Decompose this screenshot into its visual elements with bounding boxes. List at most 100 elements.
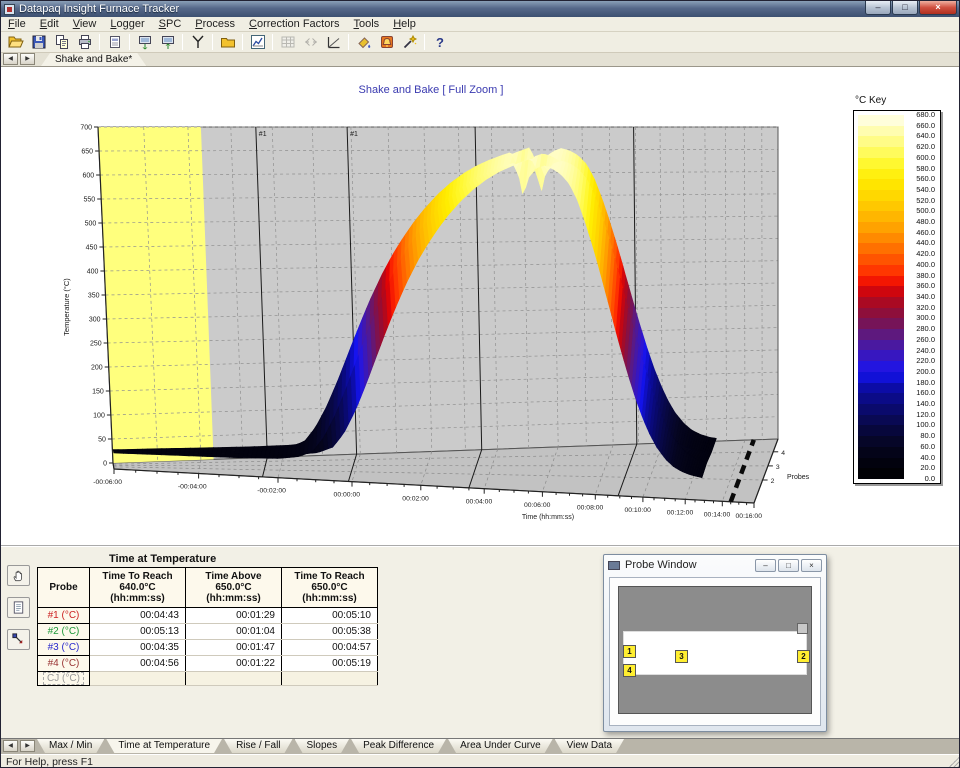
resize-grip[interactable] [947,755,959,767]
notes-button[interactable] [7,597,30,618]
split-view-icon [304,38,317,46]
analysis-tab-peak-difference[interactable]: Peak Difference [351,739,446,753]
probe-window-minimize-button[interactable]: – [755,558,776,572]
probe-filter-icon [191,35,204,48]
document-tab-active[interactable]: Shake and Bake* [41,53,146,66]
key-tick-label: 660.0 [916,120,935,130]
probe-row-label[interactable]: #4 (°C) [37,655,90,672]
key-tick-label: 120.0 [916,409,935,419]
save-button[interactable] [27,33,50,52]
probe-window-icon [608,560,620,570]
probe-window-close-button[interactable]: × [801,558,822,572]
probe-row-label[interactable]: CJ (°C) [37,671,90,686]
menu-item-correction-factors[interactable]: Correction Factors [242,17,346,32]
analysis-tab-rise-fall[interactable]: Rise / Fall [224,739,292,753]
folder-button[interactable] [216,33,239,52]
probe-row-label[interactable]: #2 (°C) [37,623,90,640]
logger-upload-button[interactable] [156,33,179,52]
probe-marker-1[interactable]: 1 [623,645,636,658]
import-data-button[interactable] [50,33,73,52]
close-button[interactable]: × [919,1,957,15]
y-axis-title: Temperature (°C) [62,278,71,336]
tab-scroll-right-button[interactable]: ▶ [20,53,35,65]
help-icon: ? [436,35,444,50]
probe-row-label[interactable]: #1 (°C) [37,607,90,624]
analysis-tab-scroll-left[interactable]: ◀ [3,740,18,752]
x-tick-label: -00:06:00 [93,479,122,486]
probe-window-body: 1 4 3 2 [609,577,821,726]
surface-quad [193,450,200,454]
pan-hand-icon [13,570,23,582]
menu-item-view[interactable]: View [66,17,104,32]
probe-window-titlebar[interactable]: Probe Window – □ × [604,555,826,575]
probe-marker-2[interactable]: 2 [797,650,810,663]
surface-quad [146,452,153,455]
key-tick-label: 620.0 [916,142,935,152]
open-file-button[interactable] [4,33,27,52]
menu-item-help[interactable]: Help [386,17,423,32]
key-tick-label: 40.0 [920,452,935,462]
menu-item-spc[interactable]: SPC [152,17,189,32]
analysis-tab-max-min[interactable]: Max / Min [37,739,104,753]
surface-quad [165,452,172,456]
surface-quad [170,452,176,456]
key-tick-label: 540.0 [916,184,935,194]
probe-row-label[interactable]: #3 (°C) [37,639,90,656]
print-button[interactable] [73,33,96,52]
slice-marker-label: #1 [350,131,358,138]
3d-surface-chart[interactable]: 0 50 100 150 200 250 300 350 400 450 500 550 600 650 7… [1,67,846,546]
analysis-tab-scroll-right[interactable]: ▶ [20,740,35,752]
y-tick-label: 100 [93,413,105,420]
probe-jump-button[interactable] [7,629,30,650]
key-tick-label: 600.0 [916,152,935,162]
y-tick-label: 200 [91,365,103,372]
wizard-button[interactable] [398,33,421,52]
menu-item-file[interactable]: File [1,17,33,32]
probe-filter-button[interactable] [186,33,209,52]
overlay-graph-icon [327,37,339,49]
surface-quad [132,451,139,455]
x-tick-label: 00:16:00 [736,513,763,520]
maximize-button[interactable]: □ [892,1,918,15]
menu-item-process[interactable]: Process [188,17,242,32]
analysis-tab-area-under-curve[interactable]: Area Under Curve [448,739,553,753]
surface-quad [122,451,129,454]
analysis-panel: Time at Temperature Probe Time To Reach 6… [1,546,959,738]
probe-label-text: #3 (°C) [47,642,80,653]
menu-item-logger[interactable]: Logger [103,17,151,32]
logger-download-button[interactable] [133,33,156,52]
minimize-button[interactable]: – [865,1,891,15]
paint-zones-button[interactable] [352,33,375,52]
report-button[interactable] [103,33,126,52]
tab-scroll-left-button[interactable]: ◀ [3,53,18,65]
probe-marker-3[interactable]: 3 [675,650,688,663]
probes-axis-title: Probes [787,474,810,481]
probe-label-text: #4 (°C) [47,658,80,669]
help-button[interactable]: ? [428,33,451,52]
analysis-tab-time-at-temperature[interactable]: Time at Temperature [106,739,222,753]
surface-quad [184,450,191,454]
table-cell-value [281,671,378,686]
x-tick-label: 00:06:00 [524,502,551,509]
analysis-tab-view-data[interactable]: View Data [555,739,624,753]
analysis-tab-slopes[interactable]: Slopes [295,739,350,753]
probe-label-text: CJ (°C) [43,672,84,685]
pan-hand-button[interactable] [7,565,30,586]
probe-marker-4[interactable]: 4 [623,664,636,677]
save-icon [32,35,45,49]
menu-item-edit[interactable]: Edit [33,17,66,32]
y-tick-label: 600 [82,173,94,180]
key-tick-label: 360.0 [916,281,935,291]
alarm-button[interactable] [375,33,398,52]
table-column-header: Time To Reach 640.0°C (hh:mm:ss) [89,567,186,608]
status-bar: For Help, press F1 [1,754,959,767]
probe-window-maximize-button[interactable]: □ [778,558,799,572]
y-tick-label: 500 [85,221,97,228]
key-tick-label: 60.0 [920,441,935,451]
analysis-side-toolbar [7,565,30,650]
menu-item-tools[interactable]: Tools [347,17,387,32]
zoom-graph-button[interactable] [246,33,269,52]
probe-window-handle[interactable] [797,623,808,634]
overlay-graph-button[interactable] [322,33,345,52]
document-tab-bar: ◀ ▶ Shake and Bake* [1,53,959,67]
